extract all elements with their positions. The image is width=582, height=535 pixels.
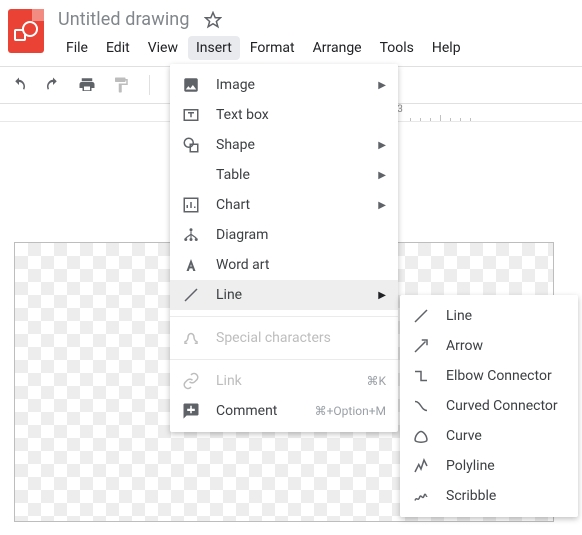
insert-chart-label: Chart bbox=[216, 197, 370, 213]
chart-icon bbox=[182, 196, 200, 214]
image-icon bbox=[182, 76, 200, 94]
curved-connector-icon bbox=[412, 397, 430, 415]
menu-insert[interactable]: Insert bbox=[188, 36, 240, 60]
ruler-mark-3: 3 bbox=[397, 104, 403, 115]
shape-icon bbox=[182, 136, 200, 154]
undo-button[interactable] bbox=[10, 76, 28, 94]
curve-icon bbox=[412, 427, 430, 445]
polyline-icon bbox=[412, 457, 430, 475]
insert-special-chars: Special characters bbox=[170, 323, 398, 353]
comment-shortcut: ⌘+Option+M bbox=[315, 404, 386, 418]
insert-comment[interactable]: Comment ⌘+Option+M bbox=[170, 396, 398, 426]
scribble-icon bbox=[412, 487, 430, 505]
menu-file[interactable]: File bbox=[58, 36, 96, 60]
insert-wordart-label: Word art bbox=[216, 257, 386, 273]
insert-diagram-label: Diagram bbox=[216, 227, 386, 243]
menu-arrange[interactable]: Arrange bbox=[305, 36, 370, 60]
insert-wordart[interactable]: Word art bbox=[170, 250, 398, 280]
submenu-arrow-icon: ▶ bbox=[378, 200, 386, 211]
line-line[interactable]: Line bbox=[400, 301, 578, 331]
link-icon bbox=[182, 372, 200, 390]
app-logo-icon[interactable] bbox=[8, 9, 44, 53]
line-icon bbox=[182, 286, 200, 304]
insert-table[interactable]: Table ▶ bbox=[170, 160, 398, 190]
insert-table-label: Table bbox=[216, 167, 370, 183]
menu-format[interactable]: Format bbox=[242, 36, 303, 60]
insert-specialchars-label: Special characters bbox=[216, 330, 386, 346]
line-arrow[interactable]: Arrow bbox=[400, 331, 578, 361]
textbox-icon bbox=[182, 106, 200, 124]
menubar: File Edit View Insert Format Arrange Too… bbox=[58, 36, 469, 60]
line-polyline[interactable]: Polyline bbox=[400, 451, 578, 481]
line-curve[interactable]: Curve bbox=[400, 421, 578, 451]
menu-view[interactable]: View bbox=[140, 36, 186, 60]
insert-link: Link ⌘K bbox=[170, 366, 398, 396]
paint-format-button[interactable] bbox=[112, 76, 130, 94]
insert-image[interactable]: Image ▶ bbox=[170, 70, 398, 100]
link-shortcut: ⌘K bbox=[366, 374, 386, 388]
arrow-icon bbox=[412, 337, 430, 355]
insert-textbox-label: Text box bbox=[216, 107, 386, 123]
diagram-icon bbox=[182, 226, 200, 244]
line-curve-label: Curve bbox=[446, 428, 566, 444]
insert-line[interactable]: Line ▶ bbox=[170, 280, 398, 310]
line-scribble[interactable]: Scribble bbox=[400, 481, 578, 511]
insert-line-label: Line bbox=[216, 287, 370, 303]
line-polyline-label: Polyline bbox=[446, 458, 566, 474]
omega-icon bbox=[182, 329, 200, 347]
line-icon bbox=[412, 307, 430, 325]
line-elbow-label: Elbow Connector bbox=[446, 368, 566, 384]
insert-shape[interactable]: Shape ▶ bbox=[170, 130, 398, 160]
redo-button[interactable] bbox=[44, 76, 62, 94]
insert-chart[interactable]: Chart ▶ bbox=[170, 190, 398, 220]
insert-link-label: Link bbox=[216, 373, 358, 389]
insert-diagram[interactable]: Diagram bbox=[170, 220, 398, 250]
menu-help[interactable]: Help bbox=[424, 36, 469, 60]
document-title[interactable]: Untitled drawing bbox=[58, 9, 190, 30]
submenu-arrow-icon: ▶ bbox=[378, 140, 386, 151]
menu-edit[interactable]: Edit bbox=[98, 36, 138, 60]
line-submenu: Line Arrow Elbow Connector Curved Connec… bbox=[400, 295, 578, 517]
submenu-arrow-icon: ▶ bbox=[378, 80, 386, 91]
print-button[interactable] bbox=[78, 76, 96, 94]
submenu-arrow-icon: ▶ bbox=[378, 290, 386, 301]
line-curved-label: Curved Connector bbox=[446, 398, 566, 414]
wordart-icon bbox=[182, 256, 200, 274]
insert-shape-label: Shape bbox=[216, 137, 370, 153]
elbow-connector-icon bbox=[412, 367, 430, 385]
line-elbow[interactable]: Elbow Connector bbox=[400, 361, 578, 391]
menu-tools[interactable]: Tools bbox=[372, 36, 422, 60]
insert-textbox[interactable]: Text box bbox=[170, 100, 398, 130]
line-line-label: Line bbox=[446, 308, 566, 324]
line-scribble-label: Scribble bbox=[446, 488, 566, 504]
table-icon bbox=[182, 166, 200, 184]
insert-image-label: Image bbox=[216, 77, 370, 93]
comment-icon bbox=[182, 402, 200, 420]
line-curved[interactable]: Curved Connector bbox=[400, 391, 578, 421]
star-icon[interactable] bbox=[204, 11, 222, 29]
insert-dropdown: Image ▶ Text box Shape ▶ Table ▶ Chart ▶… bbox=[170, 64, 398, 432]
insert-comment-label: Comment bbox=[216, 403, 307, 419]
line-arrow-label: Arrow bbox=[446, 338, 566, 354]
submenu-arrow-icon: ▶ bbox=[378, 170, 386, 181]
